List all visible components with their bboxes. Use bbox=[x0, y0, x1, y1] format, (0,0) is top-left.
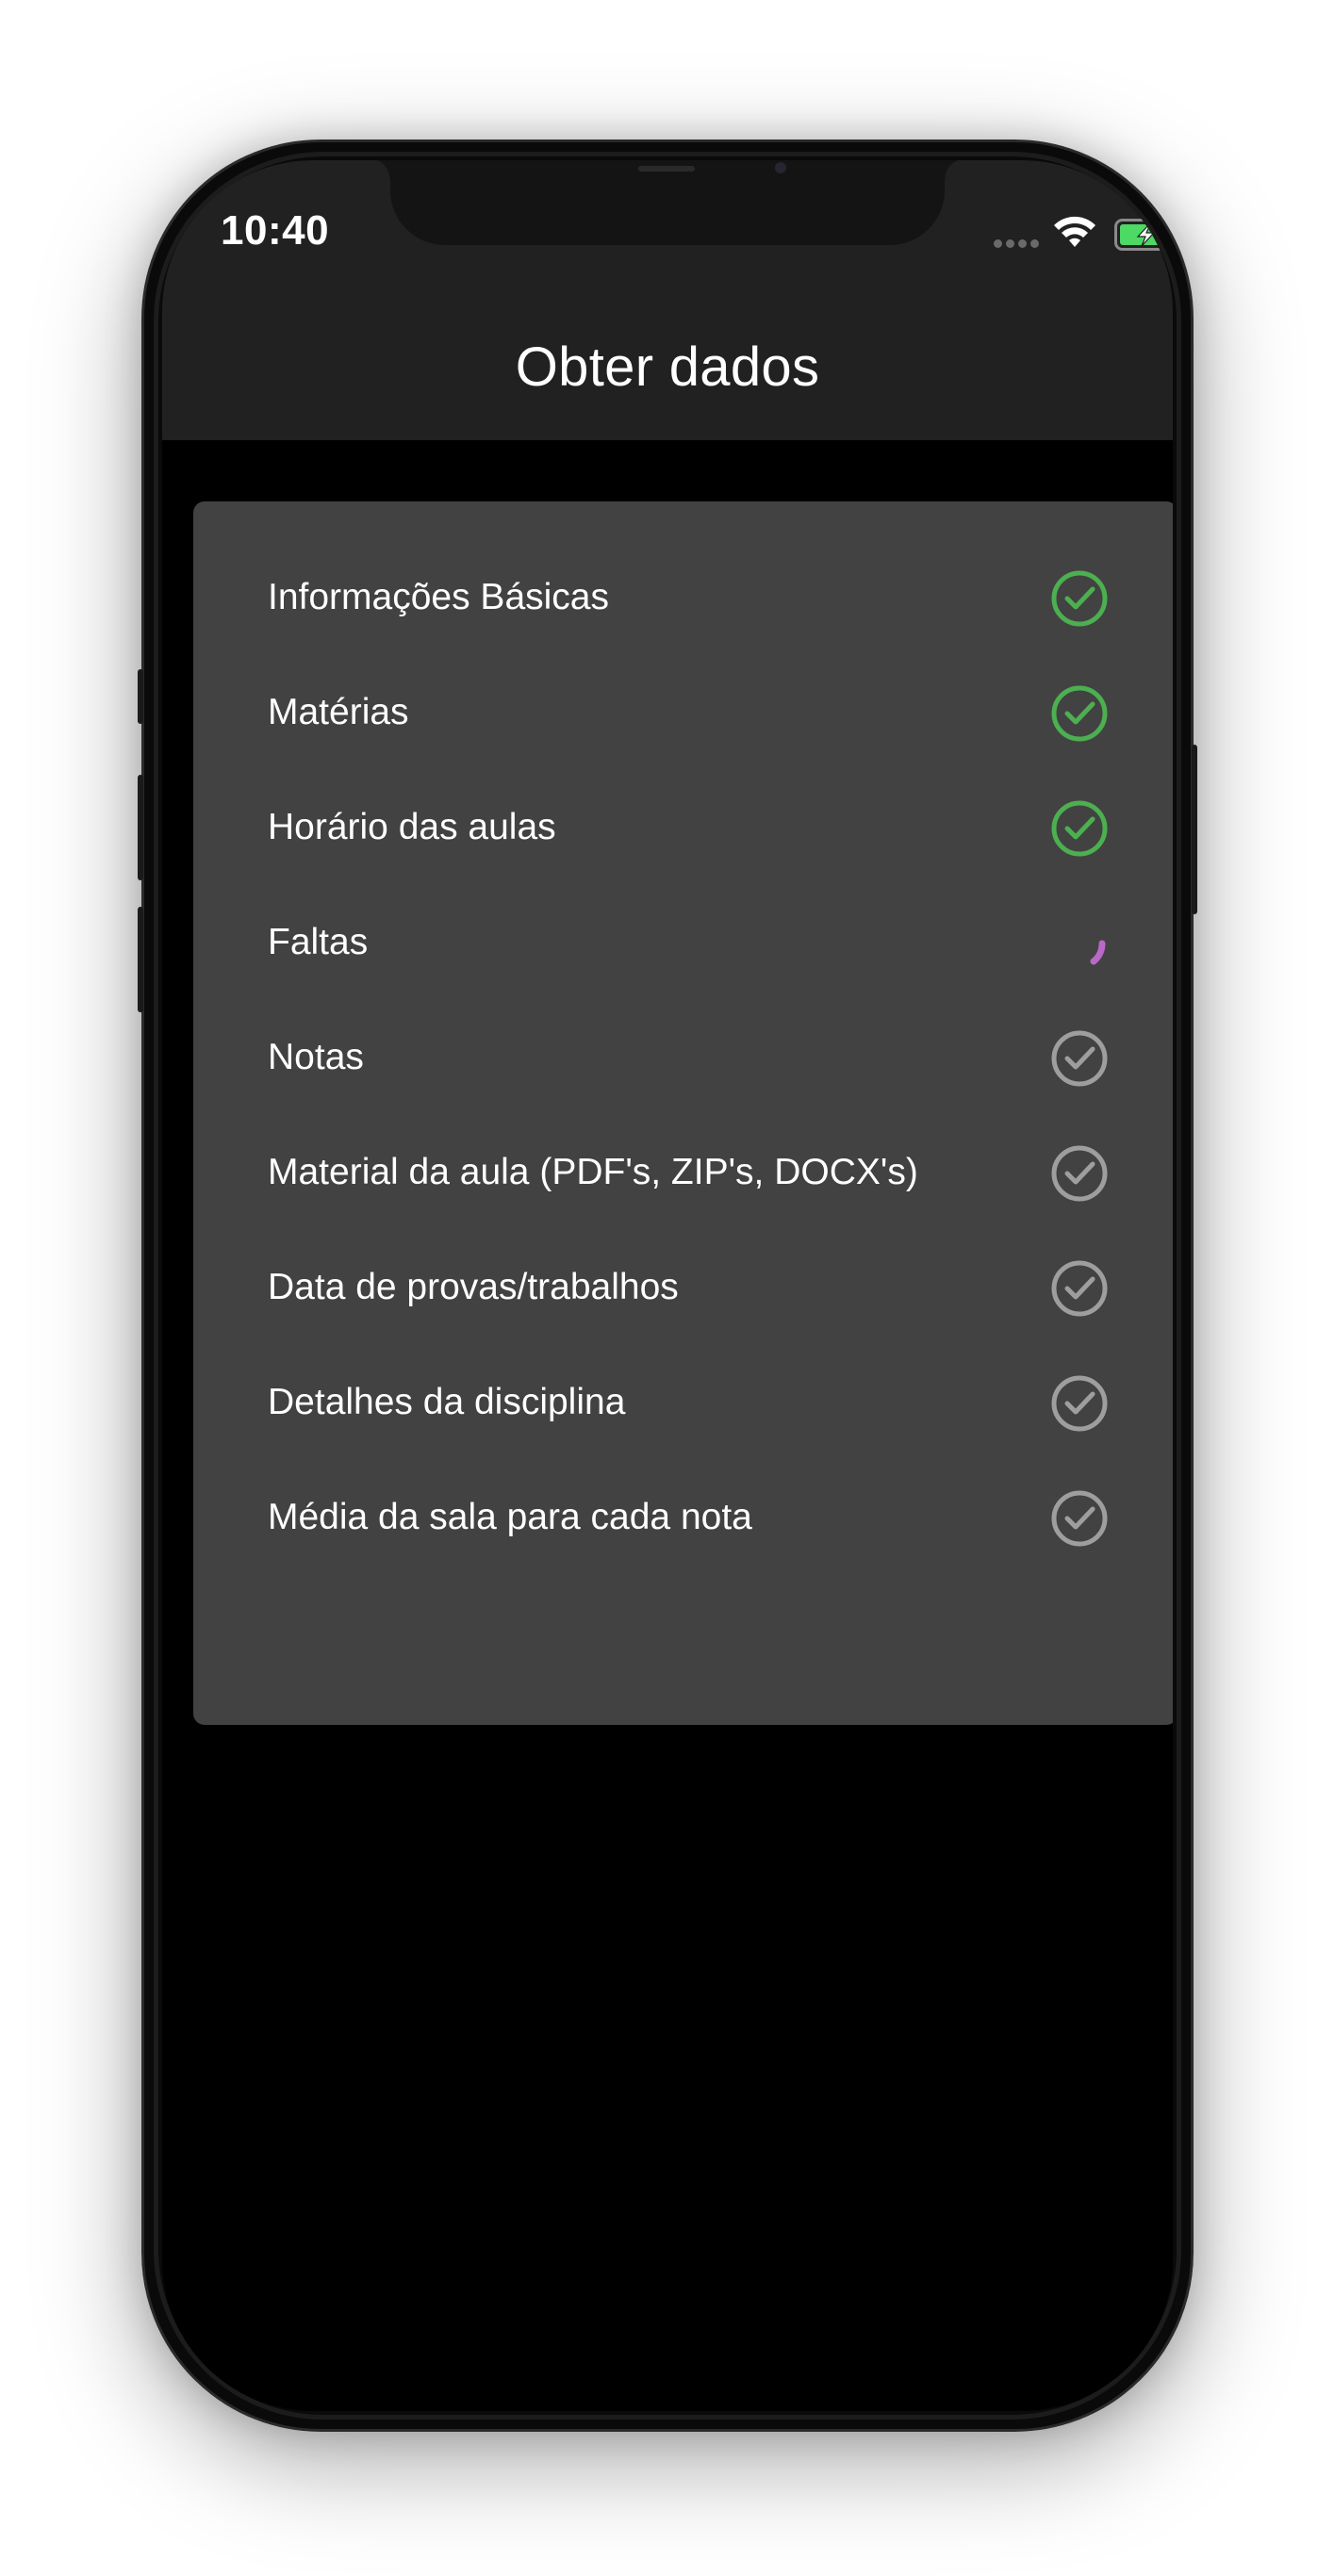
volume-up-button bbox=[138, 775, 143, 880]
cellular-signal-icon bbox=[994, 239, 1039, 248]
check-circle-icon bbox=[1051, 1030, 1108, 1087]
front-camera bbox=[775, 162, 786, 173]
check-circle-icon bbox=[1051, 1260, 1108, 1317]
app-screen: 10:40 Obter dados Informações Básicas Ma… bbox=[162, 160, 1173, 2411]
earpiece-speaker bbox=[638, 166, 695, 172]
sync-item-faltas: Faltas bbox=[193, 885, 1173, 1000]
sync-item-label: Material da aula (PDF's, ZIP's, DOCX's) bbox=[268, 1152, 918, 1192]
sync-item-label: Horário das aulas bbox=[268, 807, 556, 847]
sync-item-material-da-aula: Material da aula (PDF's, ZIP's, DOCX's) bbox=[193, 1115, 1173, 1230]
check-circle-icon bbox=[1051, 1145, 1108, 1202]
check-circle-icon bbox=[1051, 685, 1108, 742]
check-circle-icon bbox=[1051, 1490, 1108, 1547]
sync-item-detalhes-da-disciplina: Detalhes da disciplina bbox=[193, 1345, 1173, 1460]
status-time: 10:40 bbox=[221, 207, 330, 254]
sync-item-label: Notas bbox=[268, 1037, 364, 1077]
sync-item-materias: Matérias bbox=[193, 655, 1173, 770]
sync-progress-card: Informações Básicas Matérias Horário das… bbox=[193, 501, 1173, 1725]
sync-item-data-de-provas: Data de provas/trabalhos bbox=[193, 1230, 1173, 1345]
check-circle-icon bbox=[1051, 1375, 1108, 1432]
sync-item-notas: Notas bbox=[193, 1000, 1173, 1115]
navigation-bar: 10:40 Obter dados bbox=[162, 160, 1173, 440]
sync-item-horario-das-aulas: Horário das aulas bbox=[193, 770, 1173, 885]
sync-item-informacoes-basicas: Informações Básicas bbox=[193, 540, 1173, 655]
device-notch bbox=[370, 160, 965, 245]
loading-spinner-icon bbox=[1090, 940, 1106, 965]
wifi-icon bbox=[1054, 216, 1095, 247]
sync-item-label: Data de provas/trabalhos bbox=[268, 1267, 679, 1307]
volume-down-button bbox=[138, 907, 143, 1012]
sync-item-label: Faltas bbox=[268, 922, 369, 962]
sync-item-label: Detalhes da disciplina bbox=[268, 1382, 626, 1422]
battery-charging-icon bbox=[1114, 219, 1173, 251]
check-circle-icon bbox=[1051, 570, 1108, 627]
sync-item-label: Média da sala para cada nota bbox=[268, 1497, 752, 1537]
sync-item-label: Matérias bbox=[268, 692, 409, 732]
sync-item-media-da-sala: Média da sala para cada nota bbox=[193, 1460, 1173, 1575]
sync-item-label: Informações Básicas bbox=[268, 577, 609, 617]
page-title: Obter dados bbox=[515, 336, 820, 398]
power-button bbox=[1192, 745, 1197, 914]
mute-switch bbox=[138, 669, 143, 724]
device-mockup: 10:40 Obter dados Informações Básicas Ma… bbox=[0, 0, 1334, 2576]
check-circle-icon bbox=[1051, 800, 1108, 857]
